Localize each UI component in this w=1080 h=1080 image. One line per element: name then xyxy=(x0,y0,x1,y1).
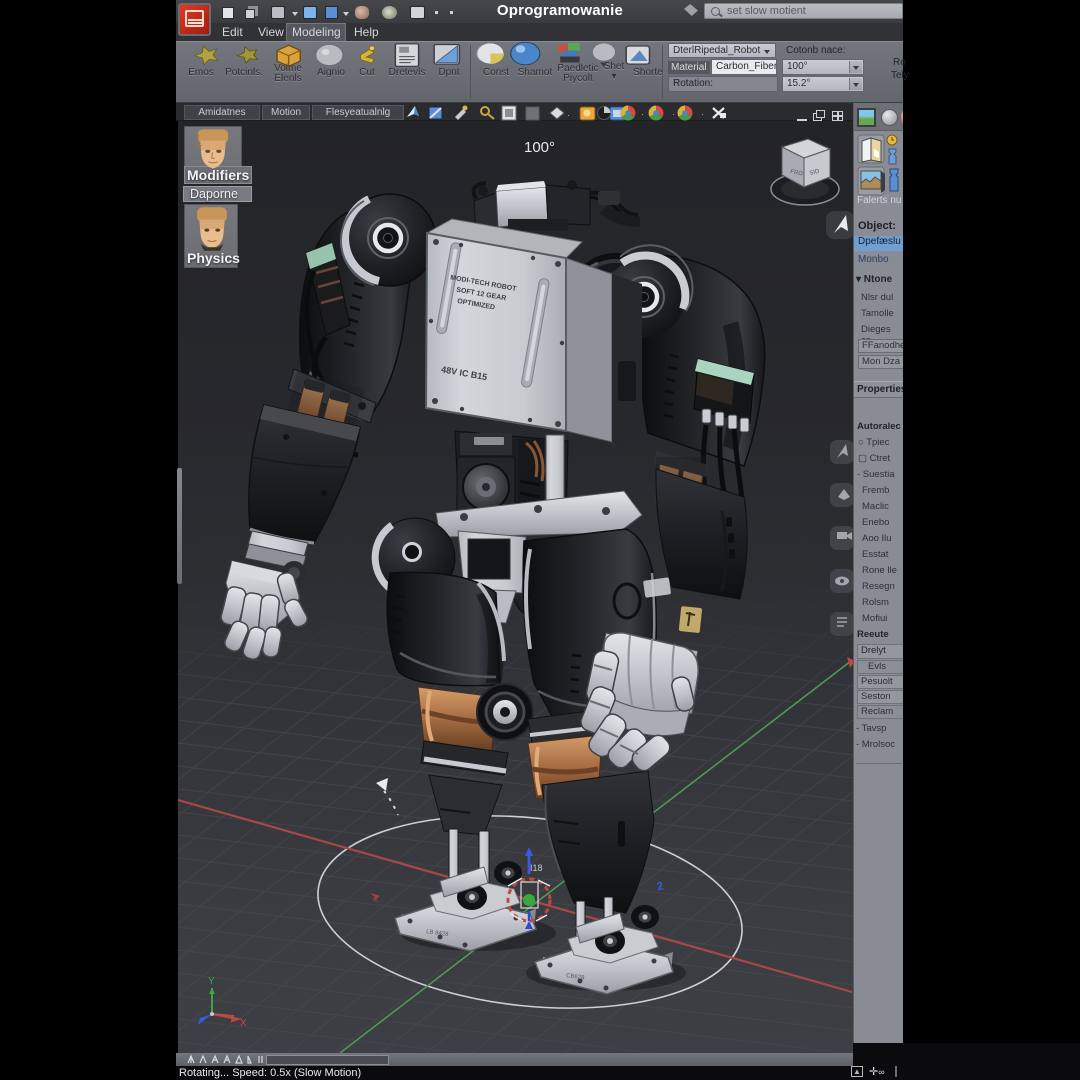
svg-text:·: · xyxy=(701,109,704,119)
svg-text:Y: Y xyxy=(208,976,215,987)
svg-text:I18: I18 xyxy=(530,863,543,873)
svg-text:·: · xyxy=(612,109,615,119)
svg-text:·: · xyxy=(641,109,644,119)
svg-text:X: X xyxy=(240,1018,247,1029)
svg-text:·: · xyxy=(672,109,675,119)
svg-text:x: x xyxy=(374,895,378,904)
svg-text:100°: 100° xyxy=(524,139,555,156)
svg-text:·: · xyxy=(567,110,570,120)
